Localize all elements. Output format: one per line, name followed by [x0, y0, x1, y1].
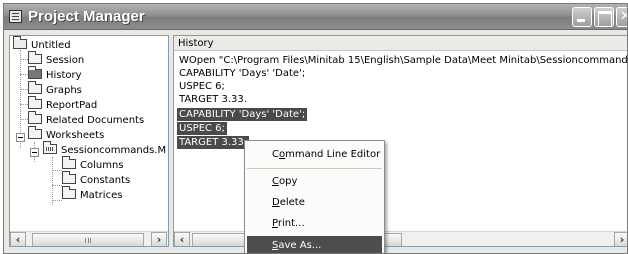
scrollbar-thumb[interactable]	[32, 233, 144, 246]
project-folder-icon	[13, 36, 27, 49]
history-line[interactable]: USPEC 6;	[177, 80, 227, 93]
collapse-worksheets-toggle[interactable]	[16, 133, 25, 142]
title-bar[interactable]: Project Manager	[4, 4, 627, 30]
history-line-selected[interactable]: CAPABILITY 'Days' 'Date';	[177, 108, 308, 121]
tree-item-session[interactable]: Session	[28, 51, 84, 68]
menu-separator	[247, 168, 382, 169]
menu-item-copy[interactable]: Copy	[247, 172, 382, 191]
folder-icon	[28, 51, 42, 64]
folder-icon	[28, 96, 42, 109]
folder-icon	[28, 111, 42, 124]
collapse-worksheet-toggle[interactable]	[30, 148, 39, 157]
project-manager-window: Project Manager Untitled Session History…	[3, 3, 628, 254]
history-line-selected[interactable]: TARGET 3.33.	[177, 136, 249, 149]
history-line-selected[interactable]: USPEC 6;	[177, 122, 227, 135]
scroll-left-arrow-icon[interactable]: ‹	[174, 232, 190, 246]
tree-item-history[interactable]: History	[28, 66, 82, 83]
tree-connector	[20, 59, 28, 60]
scroll-right-arrow-icon[interactable]: ›	[151, 232, 167, 246]
history-line[interactable]: TARGET 3.33.	[177, 93, 249, 106]
folder-icon	[62, 171, 76, 184]
tree-connector	[20, 104, 28, 105]
worksheet-icon	[43, 141, 57, 154]
tree-item-constants[interactable]: Constants	[62, 171, 130, 188]
menu-item-command-line-editor[interactable]: Command Line Editor	[247, 145, 382, 164]
minimize-button[interactable]	[572, 7, 592, 27]
menu-item-save-as[interactable]: Save As...	[247, 236, 382, 253]
tree-item-columns[interactable]: Columns	[62, 156, 124, 173]
tree-connector	[52, 185, 62, 186]
tree-connector	[52, 157, 53, 205]
folder-icon	[62, 156, 76, 169]
menu-item-delete[interactable]: Delete	[247, 193, 382, 212]
folder-icon	[62, 186, 76, 199]
folder-icon	[28, 126, 42, 139]
tree-connector	[20, 89, 28, 90]
folder-icon	[28, 81, 42, 94]
history-line[interactable]: CAPABILITY 'Days' 'Date';	[177, 67, 307, 80]
history-pane[interactable]: History WOpen "C:\Program Files\Minitab …	[173, 35, 627, 247]
project-manager-icon	[9, 10, 22, 23]
window-title: Project Manager	[28, 8, 145, 25]
tree-connector	[52, 170, 62, 171]
tree-item-related-documents[interactable]: Related Documents	[28, 111, 144, 128]
tree-connector	[52, 200, 62, 201]
tree-horizontal-scrollbar[interactable]: ‹ ›	[10, 231, 168, 246]
tree-connector	[20, 74, 28, 75]
close-button[interactable]	[616, 7, 627, 27]
grip-icon	[85, 238, 91, 243]
history-line[interactable]: WOpen "C:\Program Files\Minitab 15\Engli…	[177, 54, 627, 67]
tree-item-reportpad[interactable]: ReportPad	[28, 96, 97, 113]
scroll-right-arrow-icon[interactable]: ›	[614, 232, 627, 246]
scroll-left-arrow-icon[interactable]: ‹	[10, 232, 26, 246]
project-tree[interactable]: Untitled Session History Graphs ReportPa…	[9, 35, 169, 247]
tree-item-graphs[interactable]: Graphs	[28, 81, 82, 98]
context-menu: Command Line Editor Copy Delete Print...…	[244, 140, 385, 253]
tree-item-worksheets[interactable]: Worksheets	[28, 126, 104, 143]
history-header: History	[174, 36, 627, 51]
tree-item-matrices[interactable]: Matrices	[62, 186, 122, 203]
menu-item-print[interactable]: Print...	[247, 214, 382, 233]
tree-connector	[20, 119, 28, 120]
maximize-button[interactable]	[594, 7, 614, 27]
history-horizontal-scrollbar[interactable]: ‹ ›	[174, 231, 627, 246]
history-folder-icon	[28, 66, 42, 79]
tree-item-untitled[interactable]: Untitled	[13, 36, 71, 53]
